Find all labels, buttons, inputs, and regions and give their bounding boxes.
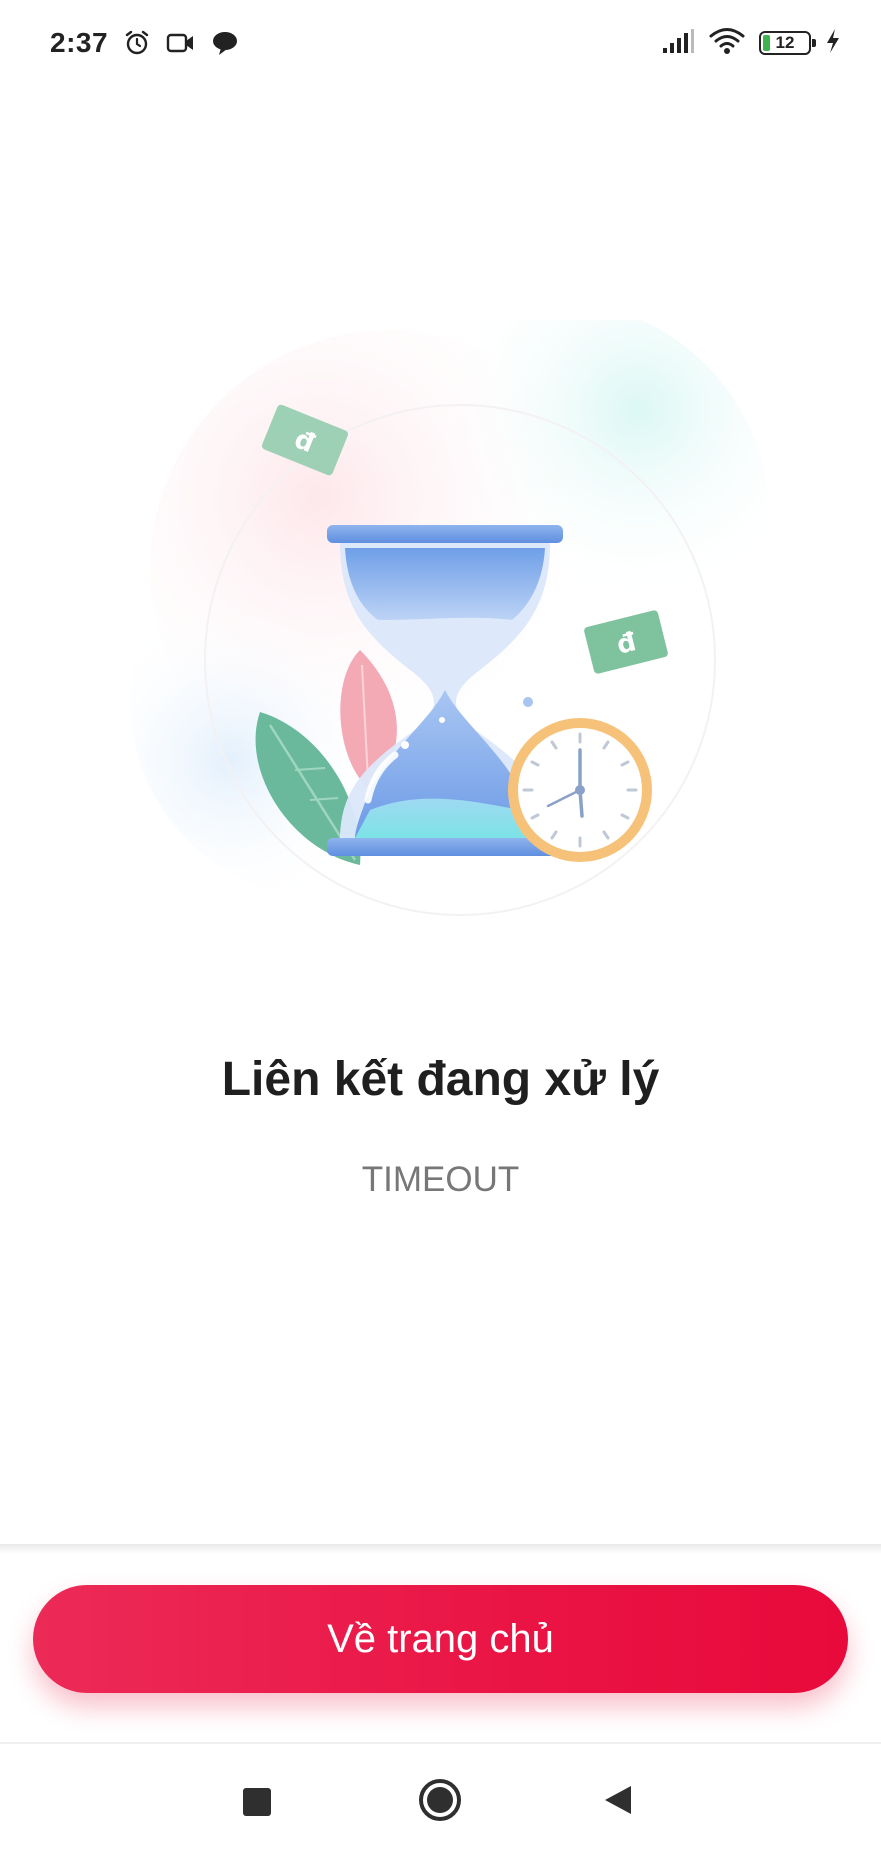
home-button-label: Về trang chủ	[327, 1616, 554, 1661]
status-right: 12	[661, 27, 841, 60]
charging-icon	[825, 28, 841, 59]
home-circle-icon	[417, 1777, 463, 1828]
system-nav-bar	[0, 1744, 881, 1860]
divider	[0, 1544, 881, 1554]
battery-icon: 12	[759, 31, 816, 55]
signal-icon	[661, 28, 695, 59]
home-button[interactable]: Về trang chủ	[33, 1585, 848, 1693]
status-bar: 2:37 12	[0, 0, 881, 86]
video-camera-icon	[166, 28, 196, 58]
status-code: TIMEOUT	[361, 1160, 520, 1199]
battery-level: 12	[775, 33, 795, 52]
square-icon	[243, 1788, 271, 1816]
status-left: 2:37	[50, 27, 240, 59]
screen: 2:37 12 đ đ Liên kết đang xử lý TIMEOUT …	[0, 0, 881, 1860]
wifi-icon	[709, 27, 745, 60]
back-button[interactable]	[578, 1744, 658, 1860]
status-time: 2:37	[50, 27, 109, 58]
back-triangle-icon	[603, 1784, 633, 1821]
clock-icon	[508, 718, 652, 862]
alarm-icon	[122, 28, 152, 58]
timeout-illustration: đ đ	[130, 300, 770, 960]
chat-bubble-icon	[210, 28, 240, 58]
recent-apps-button[interactable]	[217, 1744, 297, 1860]
home-nav-button[interactable]	[400, 1744, 480, 1860]
page-title: Liên kết đang xử lý	[221, 1053, 660, 1106]
